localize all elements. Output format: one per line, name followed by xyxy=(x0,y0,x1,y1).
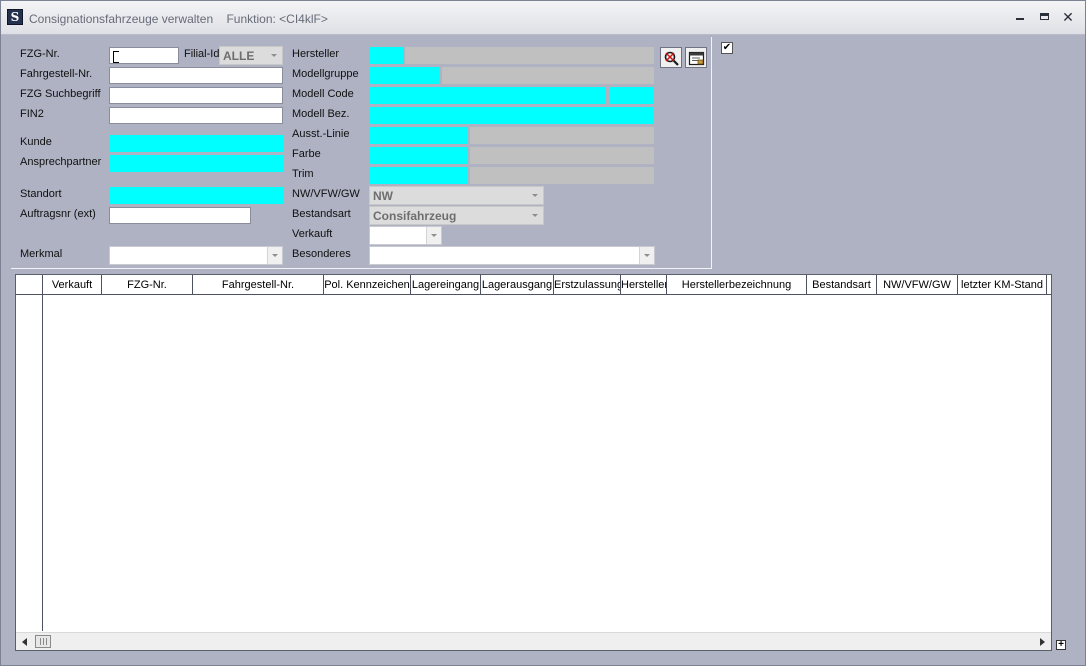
function-code: Funktion: <CI4klF> xyxy=(226,12,328,26)
label-ausst-linie: Ausst.-Linie xyxy=(292,128,350,140)
label-standort: Standort xyxy=(20,188,62,200)
scroll-right-icon[interactable] xyxy=(1040,638,1045,646)
kunde-field[interactable] xyxy=(109,135,283,152)
magnifier-icon xyxy=(664,51,679,66)
label-trim: Trim xyxy=(292,168,314,180)
column-header-nw-vfw-gw[interactable]: NW/VFW/GW xyxy=(877,275,958,295)
besonderes-select[interactable] xyxy=(369,246,655,265)
app-icon: S xyxy=(7,9,23,25)
column-header-herstellerbezeichnung[interactable]: Herstellerbezeichnung xyxy=(667,275,807,295)
filial-id-value: ALLE xyxy=(223,49,255,63)
chevron-down-icon[interactable] xyxy=(528,187,543,204)
horizontal-scrollbar[interactable] xyxy=(16,632,1051,650)
column-header-lagereingang[interactable]: Lagereingang xyxy=(411,275,481,295)
row-header-corner xyxy=(16,275,43,295)
label-kunde: Kunde xyxy=(20,136,52,148)
fin2-field[interactable] xyxy=(109,107,283,124)
ausst-linie-name-field xyxy=(470,127,654,144)
chevron-down-icon[interactable] xyxy=(528,207,543,224)
text-cursor xyxy=(113,51,119,63)
window-title-label: Consignationsfahrzeuge verwalten xyxy=(29,12,214,26)
label-nw-vfw-gw: NW/VFW/GW xyxy=(292,188,360,200)
fahrgestell-nr-field[interactable] xyxy=(109,67,283,84)
label-besonderes: Besonderes xyxy=(292,248,351,260)
grid-header: Verkauft FZG-Nr. Fahrgestell-Nr. Pol. Ke… xyxy=(16,275,1051,295)
main-window: S Consignationsfahrzeuge verwalten Funkt… xyxy=(0,0,1086,666)
column-header-letzter-km-stand[interactable]: letzter KM-Stand xyxy=(958,275,1047,295)
trim-code-field[interactable] xyxy=(370,167,467,184)
expand-button[interactable]: + xyxy=(1056,640,1066,650)
label-modell-code: Modell Code xyxy=(292,88,354,100)
filial-id-select[interactable]: ALLE xyxy=(219,46,283,65)
row-header-divider xyxy=(42,295,43,631)
label-modellgruppe: Modellgruppe xyxy=(292,68,359,80)
column-header-bestandsart[interactable]: Bestandsart xyxy=(807,275,877,295)
label-fzg-suchbegriff: FZG Suchbegriff xyxy=(20,88,101,100)
label-verkauft: Verkauft xyxy=(292,228,333,240)
farbe-code-field[interactable] xyxy=(370,147,467,164)
close-button[interactable]: ✕ xyxy=(1061,10,1075,24)
label-filial-id: Filial-Id xyxy=(184,48,220,60)
label-fzg-nr: FZG-Nr. xyxy=(20,48,60,60)
ausst-linie-code-field[interactable] xyxy=(370,127,467,144)
chevron-down-icon[interactable] xyxy=(267,247,282,264)
bestandsart-select[interactable]: Consifahrzeug xyxy=(369,206,544,225)
window-title: Consignationsfahrzeuge verwalten Funktio… xyxy=(29,12,328,26)
maximize-icon xyxy=(1039,13,1049,20)
chevron-down-icon[interactable] xyxy=(639,247,654,264)
form-reset-icon xyxy=(688,51,705,66)
column-header-lagerausgang[interactable]: Lagerausgang xyxy=(481,275,554,295)
standort-field[interactable] xyxy=(109,187,283,204)
label-auftragsnr: Auftragsnr (ext) xyxy=(20,208,96,220)
scroll-left-icon[interactable] xyxy=(22,638,27,646)
modellgruppe-name-field xyxy=(442,67,654,84)
label-farbe: Farbe xyxy=(292,148,321,160)
modell-bez-field[interactable] xyxy=(370,107,654,124)
chevron-down-icon[interactable] xyxy=(426,227,441,244)
ansprechpartner-field[interactable] xyxy=(109,155,283,172)
maximize-button[interactable] xyxy=(1037,10,1051,24)
label-fahrgestell-nr: Fahrgestell-Nr. xyxy=(20,68,93,80)
column-header-verkauft[interactable]: Verkauft xyxy=(43,275,102,295)
minimize-icon xyxy=(1016,18,1024,20)
column-header-hersteller[interactable]: Hersteller xyxy=(621,275,667,295)
modellgruppe-code-field[interactable] xyxy=(370,67,439,84)
label-fin2: FIN2 xyxy=(20,108,44,120)
search-button[interactable] xyxy=(660,47,682,68)
column-header-fzg-nr[interactable]: FZG-Nr. xyxy=(102,275,193,295)
chevron-down-icon[interactable] xyxy=(267,47,282,64)
fzg-nr-field[interactable] xyxy=(109,47,179,64)
hersteller-code-field[interactable] xyxy=(370,47,403,64)
modell-code-suffix-field[interactable] xyxy=(610,87,654,104)
scrollbar-thumb[interactable] xyxy=(35,635,51,648)
option-checkbox[interactable]: ✔ xyxy=(721,42,733,54)
fzg-suchbegriff-field[interactable] xyxy=(109,87,283,104)
label-bestandsart: Bestandsart xyxy=(292,208,351,220)
nw-vfw-gw-value: NW xyxy=(373,189,393,203)
nw-vfw-gw-select[interactable]: NW xyxy=(369,186,544,205)
column-header-fahrgestell-nr[interactable]: Fahrgestell-Nr. xyxy=(193,275,324,295)
column-header-erstzulassung[interactable]: Erstzulassung xyxy=(554,275,621,295)
label-modell-bez: Modell Bez. xyxy=(292,108,350,120)
label-merkmal: Merkmal xyxy=(20,248,63,260)
vehicle-grid: Verkauft FZG-Nr. Fahrgestell-Nr. Pol. Ke… xyxy=(15,274,1052,651)
farbe-name-field xyxy=(470,147,654,164)
minimize-button[interactable] xyxy=(1013,10,1027,24)
hersteller-name-field xyxy=(405,47,654,64)
verkauft-select[interactable] xyxy=(369,226,442,245)
label-ansprechpartner: Ansprechpartner xyxy=(20,156,102,168)
title-bar: S Consignationsfahrzeuge verwalten Funkt… xyxy=(1,1,1085,35)
merkmal-select[interactable] xyxy=(109,246,283,265)
clear-form-button[interactable] xyxy=(685,47,707,68)
auftragsnr-field[interactable] xyxy=(109,207,251,224)
label-hersteller: Hersteller xyxy=(292,48,340,60)
modell-code-field[interactable] xyxy=(370,87,606,104)
column-header-pol-kennzeichen[interactable]: Pol. Kennzeichen xyxy=(324,275,411,295)
trim-name-field xyxy=(470,167,654,184)
bestandsart-value: Consifahrzeug xyxy=(373,209,457,223)
